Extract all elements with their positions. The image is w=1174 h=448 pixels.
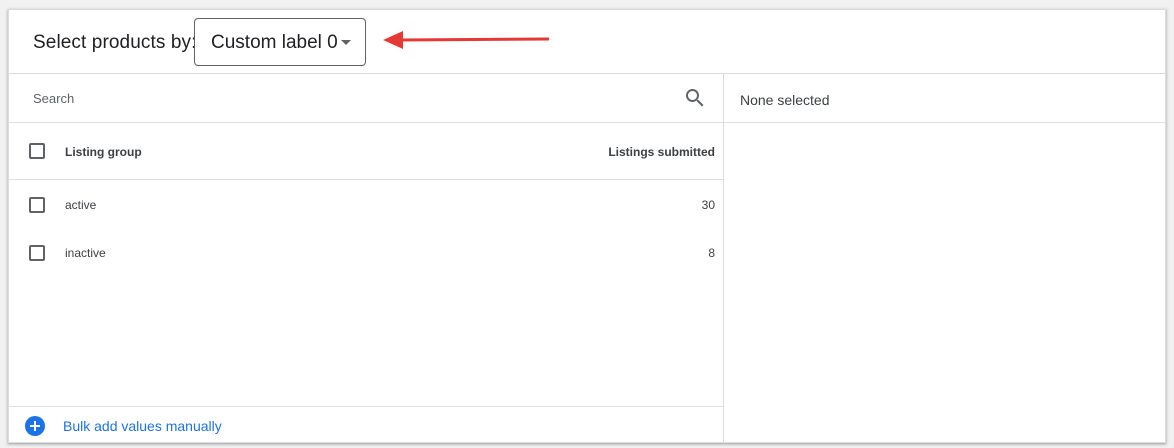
table-row: active 30 (9, 181, 723, 229)
search-input[interactable] (33, 88, 633, 108)
row-checkbox[interactable] (29, 197, 45, 213)
selection-status: None selected (740, 92, 830, 108)
column-header-listings-submitted: Listings submitted (608, 145, 715, 159)
row-checkbox[interactable] (29, 245, 45, 261)
selected-values-header: None selected (724, 74, 1165, 123)
bulk-add-footer: Bulk add values manually (9, 406, 723, 442)
listing-groups-pane: Listing group Listings submitted active … (9, 74, 724, 442)
select-all-checkbox[interactable] (29, 143, 45, 159)
row-label: inactive (65, 246, 106, 260)
table-header: Listing group Listings submitted (9, 123, 723, 180)
select-products-label: Select products by: (33, 32, 197, 53)
table-row: inactive 8 (9, 229, 723, 277)
arrow-left-icon (383, 31, 550, 49)
dropdown-selected-value: Custom label 0 (211, 32, 338, 53)
row-value: 8 (708, 246, 715, 260)
selected-values-pane: None selected (724, 74, 1165, 442)
add-circle-icon[interactable] (25, 416, 45, 436)
selection-header: Select products by: Custom label 0 (9, 10, 1165, 74)
product-selection-card: Select products by: Custom label 0 Listi… (8, 9, 1166, 443)
search-icon[interactable] (683, 86, 707, 110)
column-header-listing-group: Listing group (65, 145, 142, 159)
select-products-dropdown[interactable]: Custom label 0 (194, 18, 366, 66)
caret-down-icon (341, 40, 351, 45)
row-label: active (65, 198, 97, 212)
search-row (9, 74, 723, 123)
bulk-add-values-link[interactable]: Bulk add values manually (63, 418, 222, 434)
row-value: 30 (701, 198, 715, 212)
